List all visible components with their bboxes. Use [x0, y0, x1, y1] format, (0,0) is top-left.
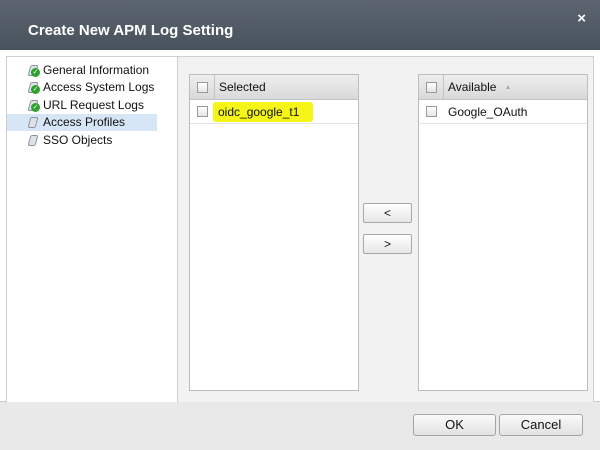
cancel-button[interactable]: Cancel: [499, 414, 583, 436]
selected-list: Selected oidc_google_t1: [189, 74, 359, 391]
list-item-label: Google_OAuth: [448, 104, 528, 119]
content-area: Selected oidc_google_t1 < > Available ▲ …: [178, 56, 594, 402]
list-item-label: oidc_google_t1: [213, 101, 314, 122]
dialog-titlebar: Create New APM Log Setting ×: [0, 0, 600, 50]
move-right-button[interactable]: >: [363, 234, 412, 254]
nav-item-label: SSO Objects: [43, 132, 113, 147]
available-header[interactable]: Available ▲: [419, 75, 587, 100]
selected-header-label: Selected: [219, 80, 266, 94]
selected-header: Selected: [190, 75, 358, 100]
dialog-body: ✓ General Information ✓ Access System Logs…: [0, 50, 600, 402]
available-header-label: Available: [448, 80, 497, 94]
list-item[interactable]: Google_OAuth: [419, 100, 587, 124]
list-item[interactable]: oidc_google_t1: [190, 100, 358, 124]
nav-item-access-system-logs[interactable]: ✓ Access System Logs: [7, 79, 177, 97]
dialog-title: Create New APM Log Setting: [28, 22, 234, 39]
scroll-check-icon: ✓: [25, 80, 41, 95]
nav-item-label: Access Profiles: [43, 115, 126, 130]
select-all-available-checkbox[interactable]: [425, 81, 437, 93]
nav-item-general-information[interactable]: ✓ General Information: [7, 61, 177, 79]
wizard-nav: ✓ General Information ✓ Access System Logs…: [6, 56, 178, 402]
nav-item-url-request-logs[interactable]: ✓ URL Request Logs: [7, 96, 177, 114]
scroll-check-icon: ✓: [25, 98, 41, 112]
row-checkbox[interactable]: [426, 106, 437, 117]
scroll-check-icon: ✓: [25, 63, 41, 77]
ok-button[interactable]: OK: [413, 414, 496, 436]
scroll-icon: [25, 133, 41, 147]
nav-item-label: Access System Logs: [43, 80, 155, 95]
sort-ascending-icon[interactable]: ▲: [504, 84, 511, 91]
select-all-selected-checkbox[interactable]: [196, 81, 208, 93]
move-left-button[interactable]: <: [363, 203, 412, 223]
nav-item-sso-objects[interactable]: SSO Objects: [7, 131, 177, 149]
scroll-icon: [25, 115, 41, 129]
nav-item-label: General Information: [43, 62, 150, 77]
nav-item-label: URL Request Logs: [43, 97, 144, 112]
close-icon[interactable]: ×: [577, 10, 586, 27]
nav-item-access-profiles[interactable]: Access Profiles: [7, 113, 157, 131]
row-checkbox[interactable]: [197, 106, 208, 117]
available-list: Available ▲ Google_OAuth: [418, 74, 588, 391]
